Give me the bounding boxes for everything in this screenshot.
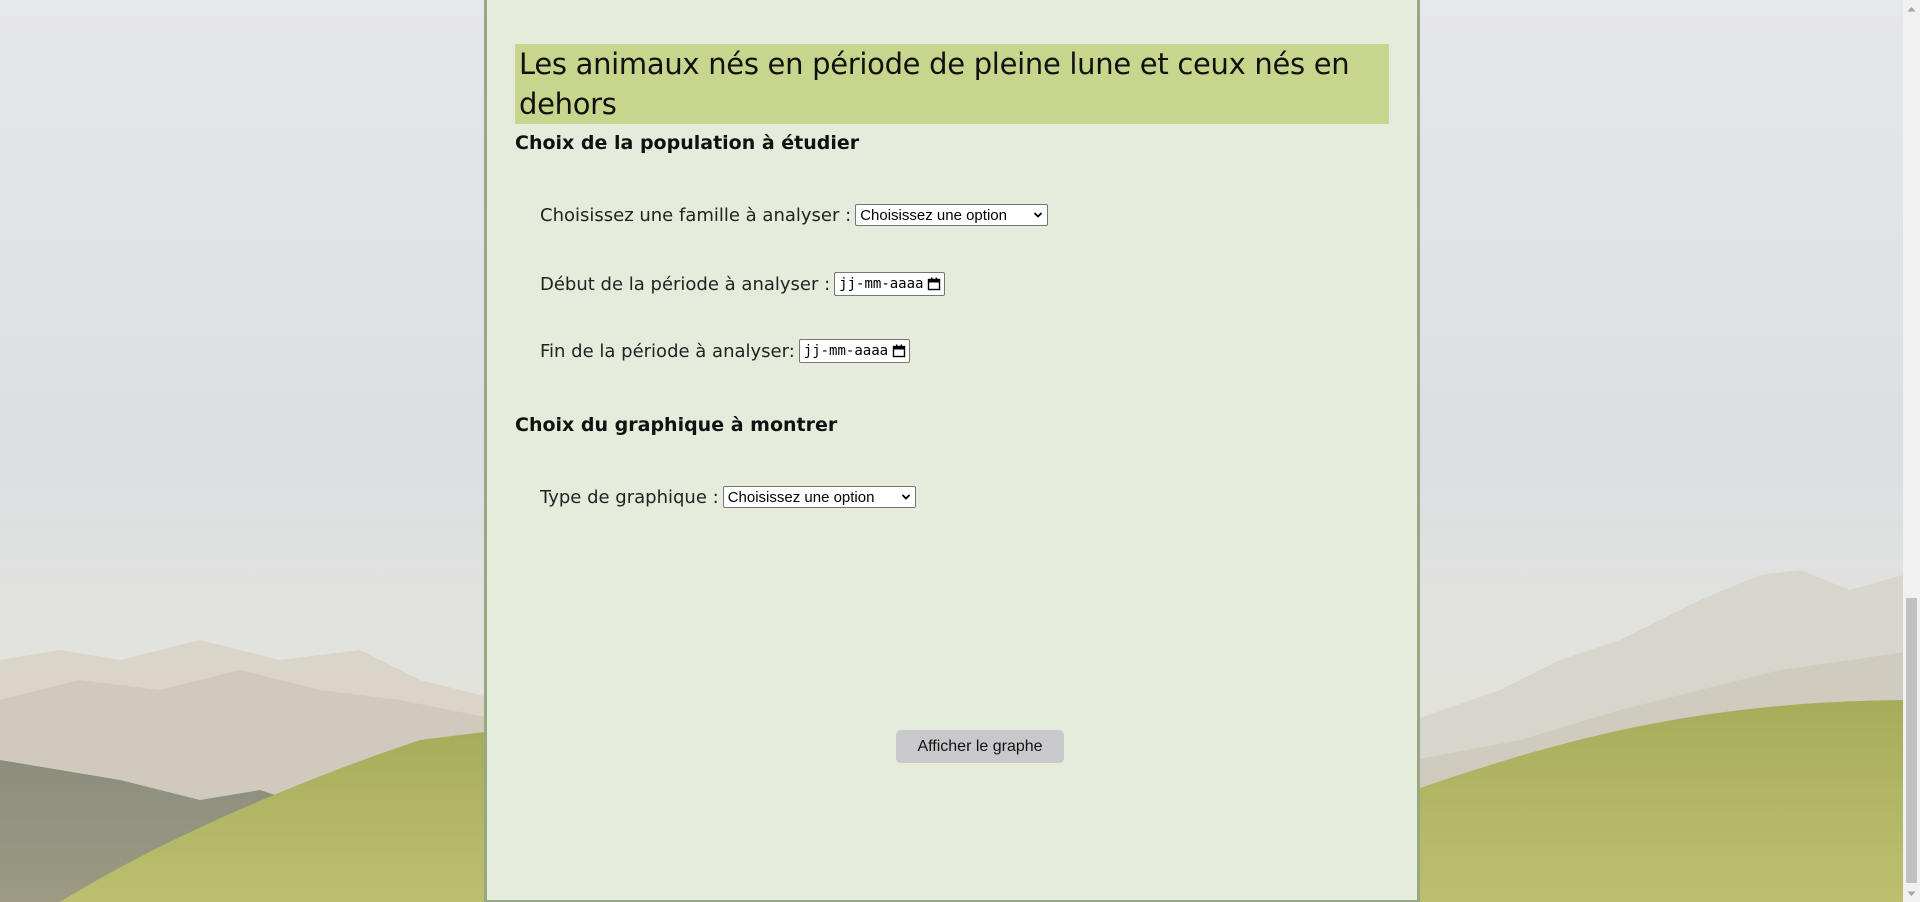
chevron-down-icon	[901, 494, 910, 500]
graph-type-label: Type de graphique :	[540, 486, 719, 508]
graph-type-select-value: Choisissez une option	[727, 488, 875, 506]
start-date-row: Début de la période à analyser : jj-mm-a…	[540, 272, 946, 296]
family-select-value: Choisissez une option	[860, 206, 1007, 224]
page-title: Les animaux nés en période de pleine lun…	[515, 44, 1389, 124]
main-panel: Les animaux nés en période de pleine lun…	[484, 0, 1420, 902]
vertical-scrollbar[interactable]	[1903, 0, 1920, 902]
end-date-label: Fin de la période à analyser:	[540, 340, 795, 362]
start-date-input[interactable]: jj-mm-aaaa	[834, 272, 946, 296]
scroll-up-arrow-icon[interactable]	[1903, 0, 1920, 17]
family-label: Choisissez une famille à analyser :	[540, 204, 852, 226]
chevron-down-icon	[1034, 212, 1043, 218]
end-date-input[interactable]: jj-mm-aaaa	[798, 339, 911, 363]
start-date-placeholder: jj-mm-aaaa	[839, 276, 924, 292]
calendar-icon[interactable]	[892, 344, 906, 358]
graph-section-heading: Choix du graphique à montrer	[515, 414, 838, 436]
end-date-row: Fin de la période à analyser: jj-mm-aaaa	[540, 339, 911, 363]
end-date-placeholder: jj-mm-aaaa	[803, 343, 889, 359]
calendar-icon[interactable]	[927, 277, 941, 291]
graph-type-select[interactable]: Choisissez une option	[722, 486, 916, 508]
graph-type-row: Type de graphique : Choisissez une optio…	[540, 486, 916, 508]
scrollbar-thumb[interactable]	[1906, 598, 1917, 883]
start-date-label: Début de la période à analyser :	[540, 273, 831, 295]
family-row: Choisissez une famille à analyser : Choi…	[540, 204, 1049, 226]
scroll-down-arrow-icon[interactable]	[1903, 885, 1920, 902]
population-section-heading: Choix de la population à étudier	[515, 132, 860, 154]
family-select[interactable]: Choisissez une option	[855, 204, 1049, 226]
panel-content: Les animaux nés en période de pleine lun…	[515, 44, 1389, 763]
viewport: Les animaux nés en période de pleine lun…	[0, 0, 1920, 902]
show-graph-button[interactable]: Afficher le graphe	[896, 730, 1064, 763]
